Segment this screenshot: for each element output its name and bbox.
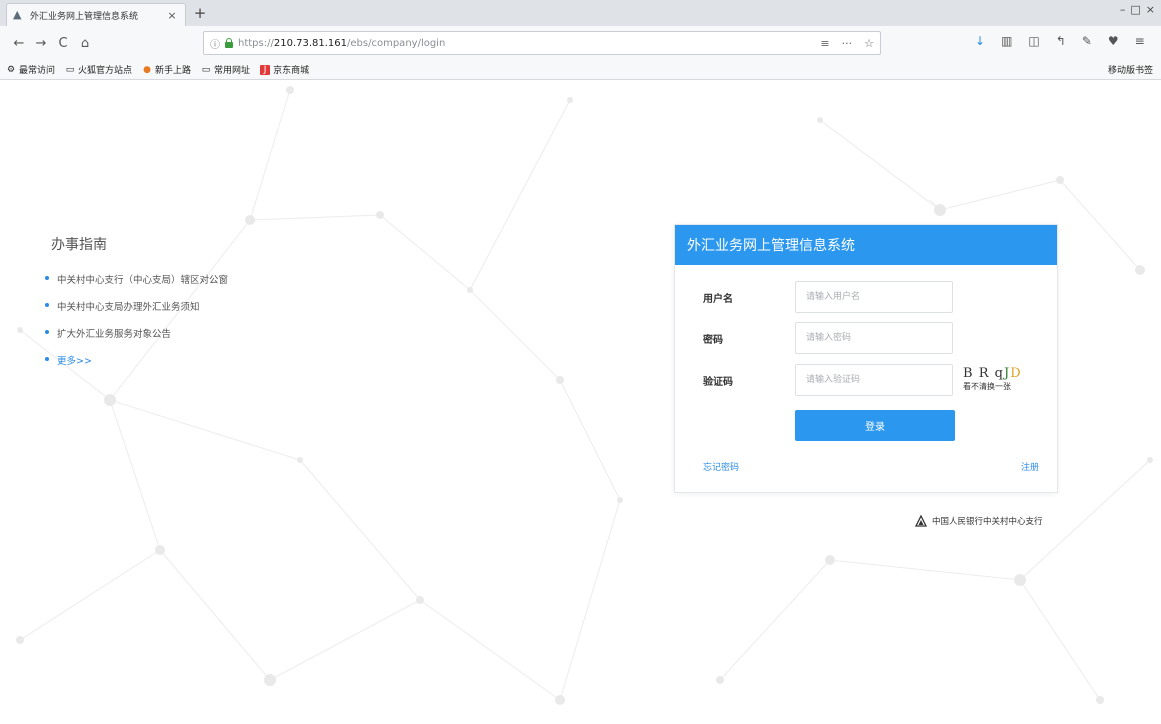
organization-name: 中国人民银行中关村中心支行 [932,517,1043,527]
captcha-input[interactable] [795,364,953,396]
bookmark-getting-started[interactable]: ● 新手上路 [142,63,192,77]
page-info-icon[interactable]: ⓘ [210,36,222,51]
bookmark-label: 火狐官方站点 [78,66,133,76]
captcha-image[interactable]: B R qJD 看不清换一张 [963,366,1025,392]
minimize-icon[interactable]: – [1120,3,1126,16]
login-panel-title: 外汇业务网上管理信息系统 [675,225,1057,265]
bookmark-label: 常用网址 [214,66,251,76]
login-panel: 外汇业务网上管理信息系统 用户名 密码 验证码 B R qJD 看不清换一张 登… [674,224,1058,493]
browser-nav-bar: ← → C ⌂ ⓘ https://210.73.81.161/ebs/comp… [0,26,1161,60]
captcha-row: 验证码 B R qJD 看不清换一张 [675,364,1057,396]
sidebar-icon[interactable]: ◫ [1028,34,1039,48]
reader-view-icon[interactable]: ≡ [820,37,829,50]
password-input[interactable] [795,322,953,354]
mobile-bookmarks[interactable]: 移动版书签 [1108,63,1153,76]
url-path: /ebs/company/login [347,37,446,49]
forgot-password-link[interactable]: 忘记密码 [703,460,739,473]
username-row: 用户名 [675,281,1057,313]
page-actions-icon[interactable]: ··· [842,37,853,50]
url-host: 210.73.81.161 [273,37,348,49]
window-controls: – □ × [1120,3,1155,16]
bookmark-label: 京东商城 [273,66,310,76]
guide-item[interactable]: 中关村中心支局办理外汇业务须知 [45,299,228,313]
address-bar-actions: ≡ ··· ☆ [820,37,874,50]
bookmarks-bar: ⚙ 最常访问 ▭ 火狐官方站点 ● 新手上路 ▭ 常用网址 J 京东商城 移动版书签 [0,60,1161,80]
url-text[interactable]: https://210.73.81.161/ebs/company/login [238,38,820,49]
url-prefix: https:// [238,37,274,49]
captcha-char: q [994,366,1004,381]
bookmark-jd[interactable]: J 京东商城 [260,63,309,76]
site-logo-icon: ▲ [13,8,22,21]
gear-icon: ⚙ [6,64,16,75]
browser-toolbar: ↓ ▥ ◫ ↰ ✎ ♥ ≡ [975,34,1145,48]
login-button[interactable]: 登录 [795,410,955,441]
captcha-refresh-link[interactable]: 看不清换一张 [963,381,1025,392]
bookmark-label: 新手上路 [155,66,192,76]
home-icon[interactable]: ⌂ [74,32,96,54]
guide-list: 中关村中心支行（中心支局）辖区对公窗 中关村中心支局办理外汇业务须知 扩大外汇业… [37,272,228,367]
tab-title: 外汇业务网上管理信息系统 [30,11,139,22]
menu-icon[interactable]: ≡ [1135,34,1145,48]
captcha-code: B R qJD [963,366,1025,381]
maximize-icon[interactable]: □ [1130,3,1140,16]
screenshot-icon[interactable]: ✎ [1082,34,1092,48]
address-bar[interactable]: ⓘ https://210.73.81.161/ebs/company/logi… [203,31,881,55]
bookmark-label: 最常访问 [19,66,56,76]
service-guide: 办事指南 中关村中心支行（中心支局）辖区对公窗 中关村中心支局办理外汇业务须知 … [37,234,228,380]
folder-icon: ▭ [201,64,211,75]
username-label: 用户名 [703,294,733,305]
browser-tab[interactable]: ▲ 外汇业务网上管理信息系统 × [6,3,186,26]
bookmark-star-icon[interactable]: ☆ [864,37,874,50]
captcha-char: D [1010,366,1022,381]
browser-tab-bar: ▲ 外汇业务网上管理信息系统 × + – □ × [0,0,1161,26]
captcha-char: R [978,366,990,381]
organization-footer: 中国人民银行中关村中心支行 [915,515,1043,527]
new-tab-icon[interactable]: + [192,5,208,21]
back-icon[interactable]: ← [8,32,30,54]
folder-icon: ▭ [65,64,75,75]
download-icon[interactable]: ↓ [975,34,985,48]
jd-icon: J [260,64,271,75]
password-row: 密码 [675,322,1057,354]
page-content: 办事指南 中关村中心支行（中心支局）辖区对公窗 中关村中心支局办理外汇业务须知 … [0,80,1161,724]
forward-icon[interactable]: → [30,32,52,54]
captcha-char: B [963,366,974,381]
bank-logo-icon [915,515,927,527]
guide-item[interactable]: 中关村中心支行（中心支局）辖区对公窗 [45,272,228,286]
register-link[interactable]: 注册 [1021,460,1039,473]
pocket-icon[interactable]: ♥ [1108,34,1119,48]
guide-more-link[interactable]: 更多>> [45,353,228,367]
library-icon[interactable]: ▥ [1001,34,1012,48]
bookmark-firefox-site[interactable]: ▭ 火狐官方站点 [65,63,133,77]
firefox-icon: ● [143,64,151,75]
close-tab-icon[interactable]: × [165,9,179,22]
close-window-icon[interactable]: × [1146,3,1155,16]
bookmark-most-visited[interactable]: ⚙ 最常访问 [6,63,56,77]
guide-title: 办事指南 [51,237,107,253]
lock-icon [224,38,234,48]
guide-item[interactable]: 扩大外汇业务服务对象公告 [45,326,228,340]
captcha-label: 验证码 [703,377,733,388]
password-label: 密码 [703,335,723,346]
bookmark-common-sites[interactable]: ▭ 常用网址 [201,63,251,77]
reload-icon[interactable]: C [52,32,74,54]
history-icon[interactable]: ↰ [1056,34,1066,48]
username-input[interactable] [795,281,953,313]
